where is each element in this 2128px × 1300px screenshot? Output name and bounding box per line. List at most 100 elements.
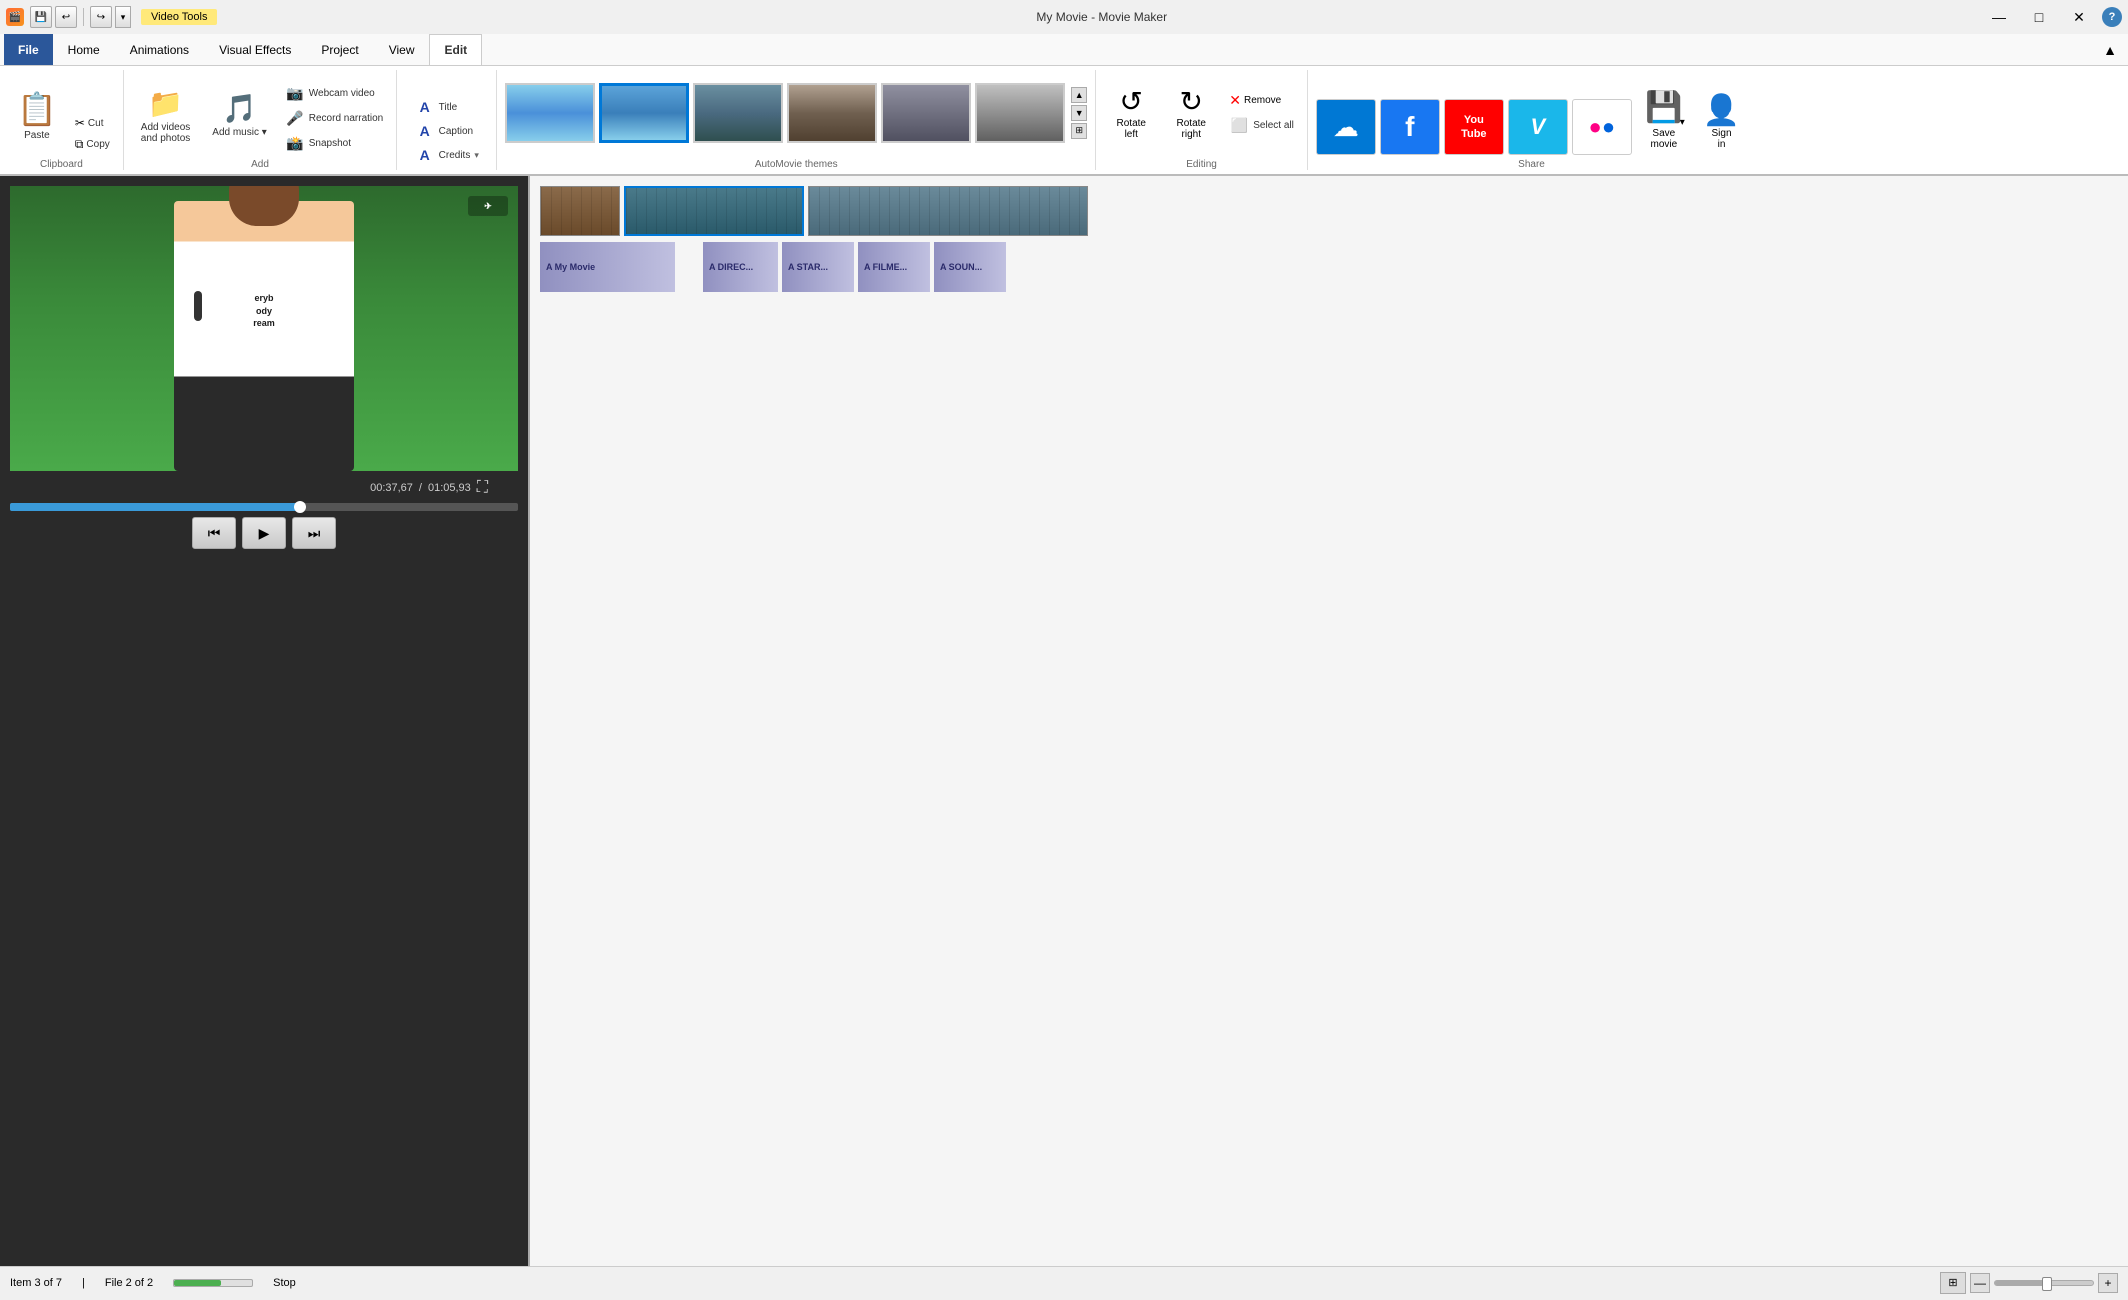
tab-visual-effects[interactable]: Visual Effects [204,34,306,65]
rotate-right-icon: ↻ [1180,85,1203,118]
themes-scroll-up[interactable]: ▲ [1071,87,1087,103]
cut-button[interactable]: ✂ Cut [70,113,115,133]
shirt-text: erybodyream [184,271,344,351]
title-bar: 🎬 💾 ↩ ↪ ▾ Video Tools My Movie - Movie M… [0,0,2128,34]
title-clip-label-starring: A STAR... [788,262,828,272]
onedrive-button[interactable]: ☁ [1316,99,1376,155]
save-movie-icon: 💾 [1645,90,1682,125]
stop-button[interactable]: Stop [273,1277,296,1289]
zoom-slider[interactable] [1994,1280,2094,1286]
vimeo-button[interactable]: V [1508,99,1568,155]
share-group: ☁ f YouTube V ●● 💾 ▾ [1308,70,1755,170]
tab-file[interactable]: File [4,34,53,65]
title-clip-starring[interactable]: A STAR... [782,242,854,292]
title-button[interactable]: A Title [410,96,484,118]
webcam-button[interactable]: 📷 Webcam video [280,82,388,105]
storyboard-view-button[interactable]: ⊞ [1940,1272,1966,1294]
facebook-icon: f [1405,111,1414,143]
next-frame-button[interactable]: ⏭ [292,517,336,549]
themes-scroll: ▲ ▼ ⊞ [1071,87,1087,139]
theme-ocean[interactable] [599,83,689,143]
tab-project[interactable]: Project [306,34,373,65]
remove-icon: ✕ [1229,92,1241,109]
minimize-button[interactable]: — [1980,3,2018,31]
title-clip-label-sound: A SOUN... [940,262,982,272]
theme-mountain[interactable] [693,83,783,143]
watermark: ✈ [468,196,508,216]
credits-button[interactable]: A Credits ▾ [410,144,484,166]
save-button[interactable]: 💾 [30,6,52,28]
theme-sunset[interactable] [881,83,971,143]
record-narration-button[interactable]: 🎤 Record narration [280,107,388,130]
add-secondary-actions: 📷 Webcam video 🎤 Record narration 📸 Snap… [280,82,388,155]
play-button[interactable]: ▶ [242,517,286,549]
video-frame: erybodyream ✈ [10,186,518,471]
tab-edit[interactable]: Edit [429,34,482,65]
redo-button[interactable]: ↪ [90,6,112,28]
flickr-button[interactable]: ●● [1572,99,1632,155]
file-info: File 2 of 2 [105,1277,153,1289]
undo-button[interactable]: ↩ [55,6,77,28]
record-narration-icon: 🎤 [285,110,305,127]
fullscreen-button[interactable]: ⛶ [477,479,488,497]
app-icon: 🎬 [6,8,24,26]
progress-handle[interactable] [294,501,306,513]
save-movie-label: Savemovie [1650,128,1677,150]
video-preview: erybodyream ✈ [10,186,518,471]
snapshot-button[interactable]: 📸 Snapshot [280,132,388,155]
ribbon-collapse-button[interactable]: ▲ [2096,37,2124,63]
caption-button[interactable]: A Caption [410,120,484,142]
title-clip-filmed[interactable]: A FILME... [858,242,930,292]
zoom-in-button[interactable]: + [2098,1273,2118,1293]
window-title: My Movie - Movie Maker [223,10,1980,24]
caption-icon: A [415,123,435,139]
prev-frame-button[interactable]: ⏮ [192,517,236,549]
title-clip-sound[interactable]: A SOUN... [934,242,1006,292]
tab-view[interactable]: View [374,34,430,65]
theme-gray[interactable] [975,83,1065,143]
themes-more[interactable]: ⊞ [1071,123,1087,139]
themes-scroll-down[interactable]: ▼ [1071,105,1087,121]
preview-controls: 00:37,67 / 01:05,93 ⛶ ⏮ ▶ ⏭ [10,479,518,549]
tab-home[interactable]: Home [53,34,115,65]
copy-button[interactable]: ⧉ Copy [70,134,115,155]
snapshot-icon: 📸 [285,135,305,152]
webcam-icon: 📷 [285,85,305,102]
theme-cliff[interactable] [787,83,877,143]
paste-button[interactable]: 📋 Paste [8,75,66,155]
title-clip-my-movie[interactable]: A My Movie [540,242,675,292]
webcam-label: Webcam video [309,88,375,99]
sign-in-button[interactable]: 👤 Signin [1696,88,1747,155]
progress-bar[interactable] [10,503,518,511]
add-music-button[interactable]: 🎵 Add music ▾ [203,75,275,155]
qs-dropdown[interactable]: ▾ [115,6,131,28]
timeline-area: A My Movie A DIREC... A STAR... A FILME.… [530,176,2128,1266]
rotate-left-button[interactable]: ↺ Rotateleft [1104,73,1158,153]
title-icon: A [415,99,435,115]
title-clip-director[interactable]: A DIREC... [703,242,778,292]
clipboard-label: Clipboard [40,159,83,170]
facebook-button[interactable]: f [1380,99,1440,155]
maximize-button[interactable]: □ [2020,3,2058,31]
video-track [540,186,2118,236]
editing-label: Editing [1186,159,1217,170]
timeline-clip-2-selected[interactable] [624,186,804,236]
ribbon: 📋 Paste ✂ Cut ⧉ Copy Clipboard 📁 Add vid… [0,66,2128,176]
remove-button[interactable]: ✕ Remove [1224,89,1299,112]
rotate-right-button[interactable]: ↻ Rotateright [1164,73,1218,153]
timeline-clip-1[interactable] [540,186,620,236]
add-videos-label: Add videosand photos [141,122,191,144]
tab-animations[interactable]: Animations [115,34,204,65]
help-button[interactable]: ? [2102,7,2122,27]
save-movie-button[interactable]: 💾 ▾ Savemovie [1636,81,1692,155]
zoom-slider-thumb[interactable] [2042,1277,2052,1291]
zoom-out-button[interactable]: — [1970,1273,1990,1293]
close-button[interactable]: ✕ [2060,3,2098,31]
themes-label: AutoMovie themes [755,159,838,170]
theme-sky[interactable] [505,83,595,143]
youtube-button[interactable]: YouTube [1444,99,1504,155]
timeline-clip-3[interactable] [808,186,1088,236]
main-area: erybodyream ✈ 00:37,67 / 01:05,93 ⛶ [0,176,2128,1266]
select-all-button[interactable]: ⬜ Select all [1224,114,1299,137]
add-videos-button[interactable]: 📁 Add videosand photos [132,75,200,155]
